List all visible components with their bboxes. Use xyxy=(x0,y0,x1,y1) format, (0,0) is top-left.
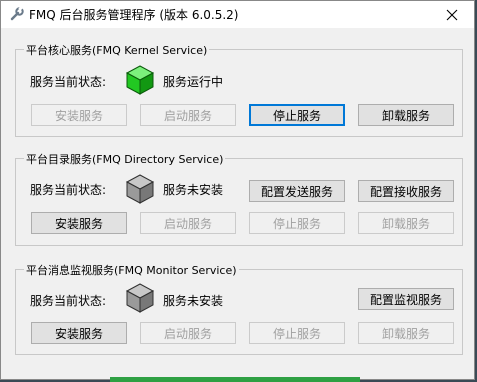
kernel-uninstall-button[interactable]: 卸载服务 xyxy=(358,104,454,126)
config-monitor-service-button[interactable]: 配置监视服务 xyxy=(358,288,454,310)
status-running-cube-icon xyxy=(125,65,155,95)
monitor-group-legend: 平台消息监视服务(FMQ Monitor Service) xyxy=(24,262,239,278)
kernel-start-button[interactable]: 启动服务 xyxy=(140,104,236,126)
directory-uninstall-button[interactable]: 卸载服务 xyxy=(358,212,454,234)
fmq-service-manager-window: FMQ 后台服务管理程序 (版本 6.0.5.2) 平台核心服务(FMQ Ker… xyxy=(0,0,475,380)
background-taskbar-strip xyxy=(110,377,360,382)
directory-status-label: 服务当前状态: xyxy=(30,183,107,197)
directory-stop-button[interactable]: 停止服务 xyxy=(249,212,345,234)
kernel-install-button[interactable]: 安装服务 xyxy=(31,104,127,126)
monitor-uninstall-button[interactable]: 卸载服务 xyxy=(358,322,454,344)
monitor-start-button[interactable]: 启动服务 xyxy=(140,322,236,344)
title-bar[interactable]: FMQ 后台服务管理程序 (版本 6.0.5.2) xyxy=(1,1,474,28)
directory-group-legend: 平台目录服务(FMQ Directory Service) xyxy=(24,151,226,167)
directory-start-button[interactable]: 启动服务 xyxy=(140,212,236,234)
close-icon xyxy=(446,9,458,20)
monitor-stop-button[interactable]: 停止服务 xyxy=(249,322,345,344)
close-button[interactable] xyxy=(430,1,474,28)
monitor-status-label: 服务当前状态: xyxy=(30,294,107,308)
kernel-service-group: 平台核心服务(FMQ Kernel Service) 服务当前状态: 服务运行中… xyxy=(15,42,463,137)
monitor-service-group: 平台消息监视服务(FMQ Monitor Service) 服务当前状态: 服务… xyxy=(15,262,463,355)
monitor-install-button[interactable]: 安装服务 xyxy=(31,322,127,344)
monitor-status-text: 服务未安装 xyxy=(163,294,224,308)
wrench-icon xyxy=(10,6,24,21)
directory-install-button[interactable]: 安装服务 xyxy=(31,212,127,234)
directory-status-text: 服务未安装 xyxy=(163,183,224,197)
window-title: FMQ 后台服务管理程序 (版本 6.0.5.2) xyxy=(29,8,239,22)
status-not-installed-cube-icon xyxy=(125,174,155,204)
kernel-status-label: 服务当前状态: xyxy=(30,75,107,89)
kernel-status-text: 服务运行中 xyxy=(163,75,224,89)
status-not-installed-cube-icon xyxy=(125,283,155,313)
kernel-stop-button[interactable]: 停止服务 xyxy=(249,104,345,126)
config-receive-service-button[interactable]: 配置接收服务 xyxy=(358,180,454,202)
config-send-service-button[interactable]: 配置发送服务 xyxy=(249,180,345,202)
kernel-group-legend: 平台核心服务(FMQ Kernel Service) xyxy=(24,42,210,58)
directory-service-group: 平台目录服务(FMQ Directory Service) 服务当前状态: 服务… xyxy=(15,151,463,246)
